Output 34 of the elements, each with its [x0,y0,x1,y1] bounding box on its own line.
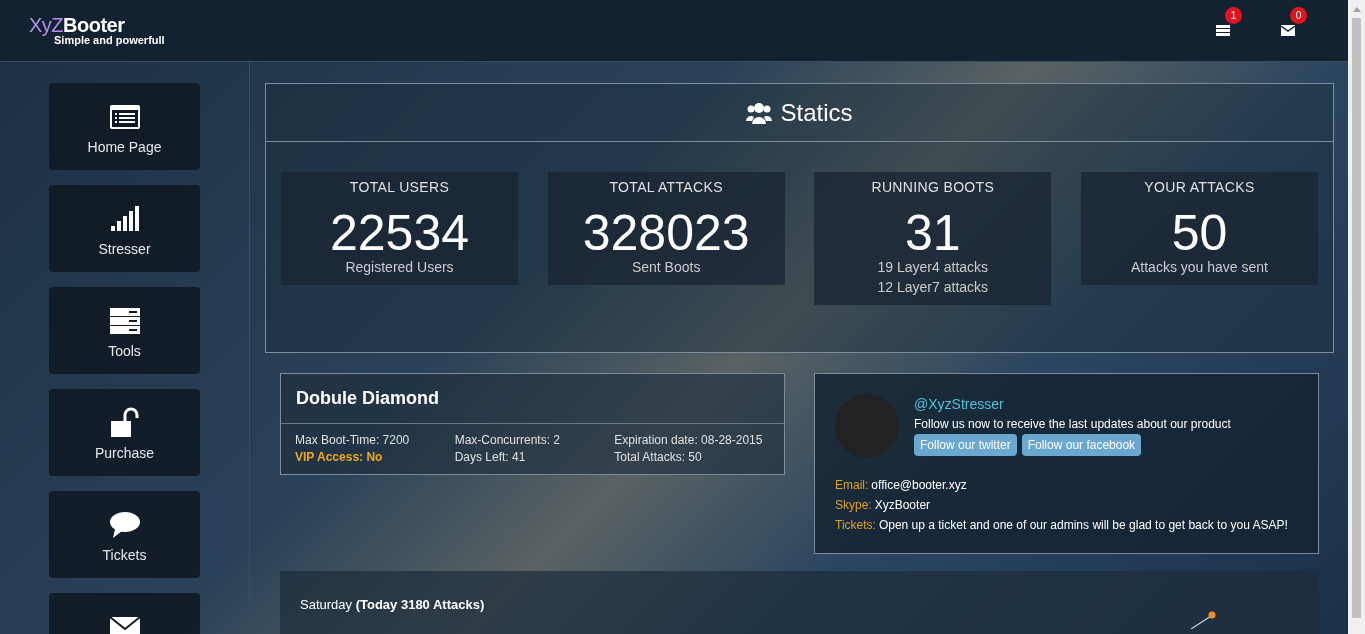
plan-detail: Days Left: 41 [454,449,527,466]
panel-title: Statics [780,97,853,128]
stat-card: RUNNING BOOTS 31 19 Layer4 attacks 12 Layer7 attacks [814,172,1052,305]
count-badge: 0 [1290,6,1307,24]
logo[interactable]: XyZBooter Simple and powerfull [29,15,165,46]
contact-label: Email: [835,477,869,494]
sidebar-item[interactable]: Tickets [49,491,200,578]
daily-title: Saturday (Today 3180 Attacks) [300,596,485,614]
plan-detail: VIP Access: No [295,449,384,466]
sidebar-item[interactable]: Stresser [49,185,200,272]
plan-detail: Total Attacks: 50 [614,449,703,466]
plan-detail: Max Boot-Time: 7200 [295,432,411,449]
envelope-icon [1281,25,1295,36]
count-badge: 1 [1225,6,1242,24]
sidebar-item[interactable]: Home Page [49,83,200,170]
server-stack-icon [108,305,141,337]
unlocked-padlock-icon [108,407,141,439]
contact-label: Tickets: [835,517,876,534]
stat-card: TOTAL ATTACKS 328023 Sent Boots [547,172,785,285]
plan-detail: Max-Concurrents: 2 [454,432,562,449]
users-icon [746,101,773,124]
contact-value: office@booter.xyz [871,477,967,494]
sidebar-item[interactable]: Tools [49,287,200,374]
social-card: @XyzStresser Follow us now to receive the last updates about our product Follow our twitter Follow our facebook Email: office@booter.xyz Skype: XyzBooter Tickets: Open up a ticket and one of our admins will be glad to get back to you ASAP! [814,373,1319,554]
list-icon [1216,24,1230,37]
sidebar-item[interactable]: Purchase [49,389,200,476]
plan-detail: Expiration date: 08-28-2015 [614,432,764,449]
stat-card: TOTAL USERS 22534 Registered Users [281,172,518,285]
plan-title: Dobule Diamond [296,387,439,410]
contact-label: Skype: [835,497,872,514]
contact-value: Open up a ticket and one of our admins will be glad to get back to you ASAP! [878,517,1288,534]
contact-value: XyzBooter [874,497,931,514]
stat-card: YOUR ATTACKS 50 Attacks you have sent [1080,172,1318,285]
speech-bubble-icon [108,509,141,541]
